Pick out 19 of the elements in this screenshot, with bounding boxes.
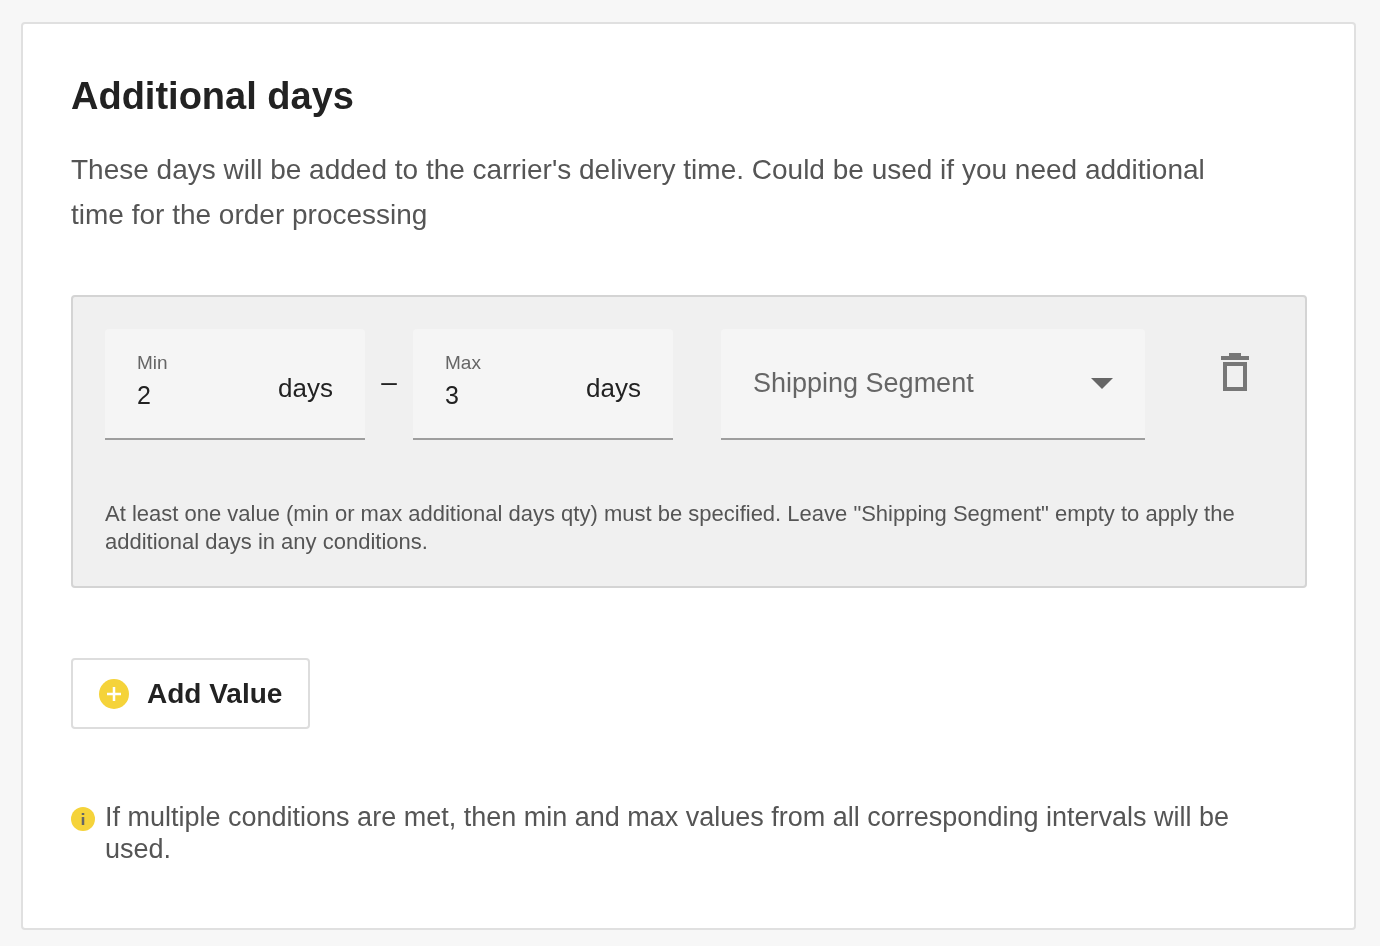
note-text: If multiple conditions are met, then min and max values from all corresponding intervals will be used. bbox=[105, 801, 1231, 865]
hint-text: At least one value (min or max additional days qty) must be specified. Leave "Shipping Segment" empty to apply the additional days in any conditions. bbox=[105, 500, 1236, 556]
days-field[interactable]: Max 3 days bbox=[413, 329, 673, 440]
unit-label: days bbox=[586, 372, 641, 405]
section-title: Additional days bbox=[71, 74, 355, 119]
trash-icon bbox=[1221, 353, 1249, 391]
select-field[interactable]: Shipping Segment bbox=[721, 329, 1145, 440]
section-description: These days will be added to the carrier's delivery time. Could be used if you need additional time for the order processing bbox=[71, 153, 1206, 232]
info-icon bbox=[71, 807, 95, 831]
unit-label: days bbox=[278, 372, 333, 405]
field-label: Max bbox=[445, 351, 482, 375]
range-separator: – bbox=[380, 365, 398, 399]
add-value-button[interactable]: Add Value bbox=[71, 658, 311, 729]
plus-circle-icon bbox=[99, 678, 129, 709]
input-field[interactable]: 2 bbox=[137, 376, 217, 415]
days-field[interactable]: Min 2 days bbox=[105, 329, 365, 440]
field-label: Min bbox=[137, 351, 169, 375]
dropdown-caret-icon bbox=[1091, 378, 1113, 389]
input-field[interactable]: 3 bbox=[445, 376, 525, 415]
